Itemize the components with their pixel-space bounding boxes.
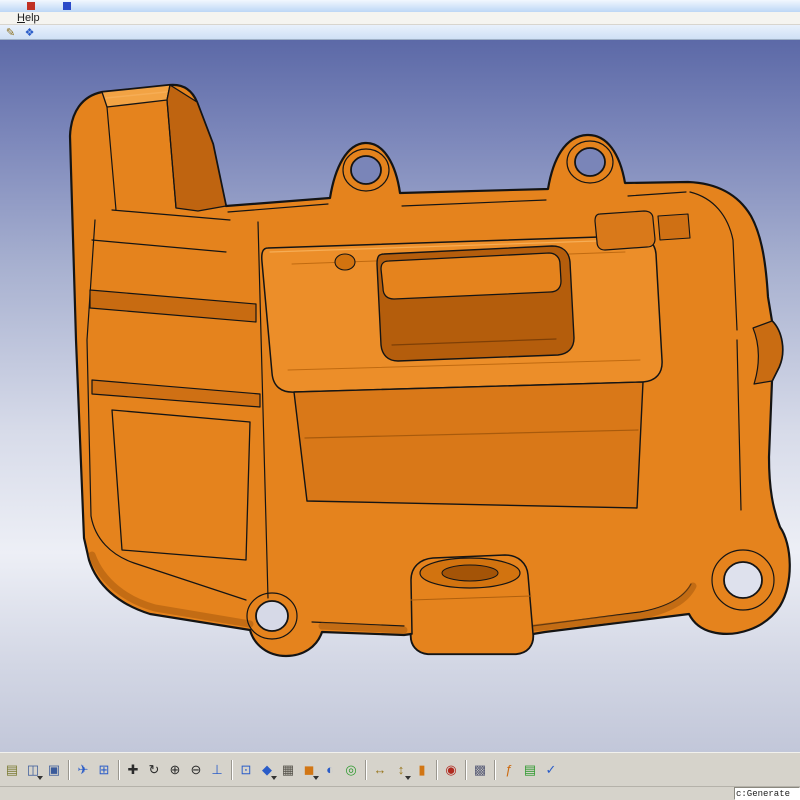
toolbar-separator — [118, 760, 119, 780]
measure-item-icon[interactable]: ↕ — [391, 758, 411, 782]
hide-show-icon[interactable]: ◐ — [320, 758, 340, 782]
plateau-front-face — [294, 382, 643, 508]
depth-effect-icon[interactable]: ▩ — [470, 758, 490, 782]
knowledge-formula-icon[interactable]: ƒ — [499, 758, 519, 782]
multi-view-icon[interactable]: ⊡ — [236, 758, 256, 782]
menu-help-accelerator: H — [17, 12, 25, 24]
power-input[interactable] — [734, 787, 800, 800]
toolbar-separator — [494, 760, 495, 780]
protrusion-pocket — [442, 565, 498, 581]
measure-between-icon[interactable]: ↔ — [370, 758, 390, 782]
toolbar-separator — [68, 760, 69, 780]
right-boss — [595, 211, 655, 250]
pan-icon[interactable]: ✚ — [123, 758, 143, 782]
handle-grip-bar — [381, 253, 561, 299]
orange-part-model — [70, 85, 790, 656]
dropdown-arrow-icon[interactable] — [271, 776, 277, 780]
app-icon-red — [27, 2, 35, 10]
app-icon-blue — [63, 2, 71, 10]
menu-bar: Help — [0, 12, 800, 25]
check-analysis-icon[interactable]: ✓ — [541, 758, 561, 782]
bottom-toolbar: ▤◫▣✈⊞✚↻⊕⊖⊥⊡◆▦◼◐◎↔↕▮◉▩ƒ▤✓ — [0, 752, 800, 786]
update-icon[interactable]: ▤ — [2, 758, 22, 782]
rotate-icon[interactable]: ↻ — [144, 758, 164, 782]
dropdown-arrow-icon[interactable] — [405, 776, 411, 780]
dropdown-arrow-icon[interactable] — [37, 776, 43, 780]
top-toolbar-icons: ✎❖ — [3, 26, 37, 39]
normal-view-icon[interactable]: ⊥ — [207, 758, 227, 782]
shaded-view-icon[interactable]: ◼ — [299, 758, 319, 782]
wireframe-icon[interactable]: ▦ — [278, 758, 298, 782]
zoom-in-icon[interactable]: ⊕ — [165, 758, 185, 782]
toolbar-separator — [365, 760, 366, 780]
status-bar — [0, 786, 800, 800]
axis-system-icon[interactable]: ❖ — [22, 26, 37, 39]
magnifier-icon[interactable]: ◉ — [441, 758, 461, 782]
title-bar — [0, 0, 800, 12]
zoom-out-icon[interactable]: ⊖ — [186, 758, 206, 782]
iso-view-icon[interactable]: ◆ — [257, 758, 277, 782]
bottom-toolbar-icons: ▤◫▣✈⊞✚↻⊕⊖⊥⊡◆▦◼◐◎↔↕▮◉▩ƒ▤✓ — [2, 758, 561, 782]
measure-inertia-icon[interactable]: ▮ — [412, 758, 432, 782]
grid-icon[interactable]: ⊞ — [94, 758, 114, 782]
3d-model-canvas[interactable] — [0, 40, 800, 752]
catalog-browser-icon[interactable]: ◫ — [23, 758, 43, 782]
menu-help-label: elp — [25, 12, 40, 24]
toolbar-separator — [231, 760, 232, 780]
small-round-boss — [335, 254, 355, 270]
paste-special-icon[interactable]: ▣ — [44, 758, 64, 782]
boss-side-face — [167, 85, 226, 211]
fly-mode-icon[interactable]: ✈ — [73, 758, 93, 782]
top-toolbar: ✎❖ — [0, 25, 800, 40]
paint-mode-icon[interactable]: ✎ — [3, 26, 18, 39]
design-table-icon[interactable]: ▤ — [520, 758, 540, 782]
toolbar-separator — [465, 760, 466, 780]
right-boss-step — [658, 214, 690, 240]
menu-help[interactable]: Help — [13, 12, 44, 24]
swap-visible-space-icon[interactable]: ◎ — [341, 758, 361, 782]
dropdown-arrow-icon[interactable] — [313, 776, 319, 780]
3d-viewport[interactable] — [0, 40, 800, 752]
toolbar-separator — [436, 760, 437, 780]
